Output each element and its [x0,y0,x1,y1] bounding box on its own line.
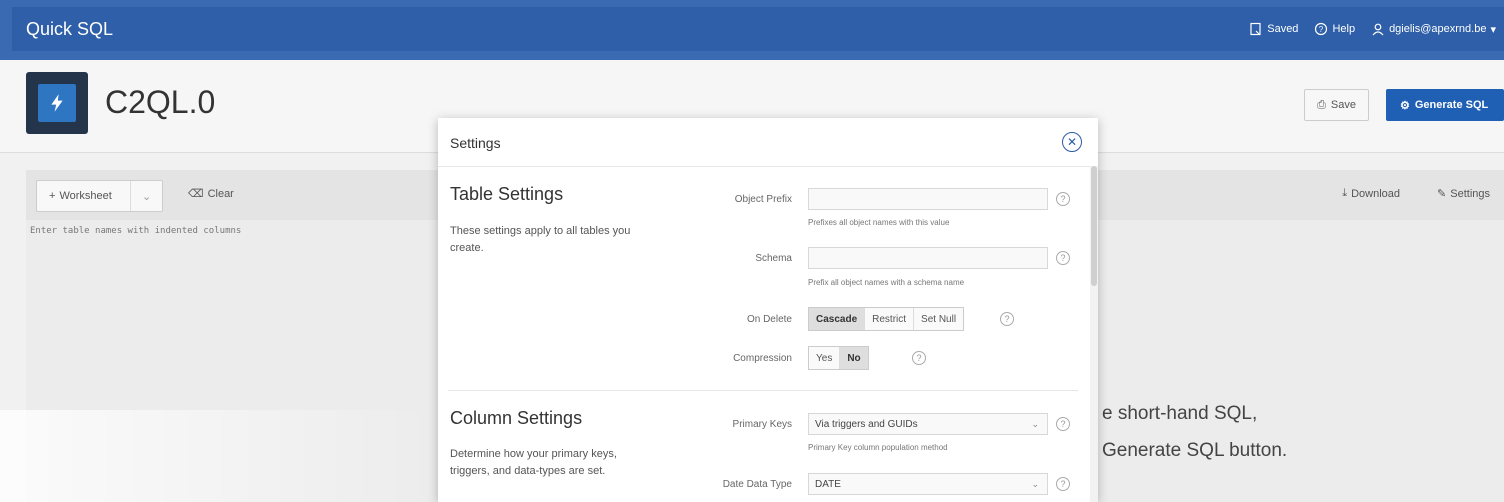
generate-sql-button[interactable]: ⚙ Generate SQL [1386,89,1504,121]
settings-button[interactable]: ✎ Settings [1437,187,1490,201]
object-prefix-note: Prefixes all object names with this valu… [808,218,950,227]
plus-icon: + [49,190,56,202]
save-icon: ⎙ [1317,98,1326,111]
compression-no[interactable]: No [840,347,868,369]
help-icon[interactable]: ? [1056,417,1070,431]
gear-icon: ⚙ [1400,99,1410,112]
object-prefix-input[interactable] [808,188,1048,210]
saved-link[interactable]: Saved [1249,22,1298,36]
download-label: Download [1351,187,1400,200]
help-icon: ? [1315,22,1328,36]
help-label: Help [1332,23,1356,35]
output-hint-line1: e short-hand SQL, [1102,403,1258,424]
on-delete-set-null[interactable]: Set Null [914,308,964,330]
settings-dialog: Settings ✕ Table Settings These settings… [438,118,1098,502]
clear-label: Clear [207,187,234,200]
dialog-header: Settings ✕ [438,118,1098,167]
schema-input[interactable] [808,247,1048,269]
settings-label: Settings [1450,187,1490,200]
schema-note: Prefix all object names with a schema na… [808,278,965,287]
on-delete-toggle[interactable]: Cascade Restrict Set Null [808,307,965,331]
user-icon [1372,23,1384,36]
chevron-down-icon[interactable]: ⌄ [130,181,162,211]
primary-keys-select[interactable]: Via triggers and GUIDs ⌄ [808,413,1048,435]
editor-toolbar: + Worksheet ⌄ ⌫ Clear [26,170,438,220]
user-label: dgielis@apexrnd.be [1389,23,1487,35]
editor-placeholder[interactable]: Enter table names with indented columns [30,226,241,236]
column-settings-title: Column Settings [450,408,583,428]
output-toolbar: ⤓ Download ✎ Settings [1098,170,1504,220]
on-delete-label: On Delete [746,314,792,325]
download-icon: ⤓ [1342,187,1348,199]
table-settings-desc: These settings apply to all tables you c… [450,225,631,254]
primary-keys-label: Primary Keys [732,419,792,430]
worksheet-menu[interactable]: + Worksheet ⌄ [36,180,163,212]
section-divider [448,390,1078,391]
compression-label: Compression [733,353,792,364]
help-icon[interactable]: ? [912,351,926,365]
download-button[interactable]: ⤓ Download [1342,187,1400,200]
chevron-down-icon: ⌄ [1031,419,1039,429]
on-delete-cascade[interactable]: Cascade [809,308,866,330]
dialog-title: Settings [450,135,501,151]
page-title: C2QL.0 [105,84,216,120]
user-menu[interactable]: dgielis@apexrnd.be ▾ [1371,22,1496,36]
help-icon[interactable]: ? [1000,312,1014,326]
save-button[interactable]: ⎙ Save [1304,89,1369,121]
compression-yes[interactable]: Yes [809,347,841,369]
help-icon[interactable]: ? [1056,477,1070,491]
help-link[interactable]: ? Help [1314,22,1355,36]
worksheet-button[interactable]: + Worksheet [37,190,130,202]
primary-keys-value: Via triggers and GUIDs [815,418,918,430]
compression-toggle[interactable]: Yes No [808,346,869,370]
table-settings-title: Table Settings [450,184,564,204]
app-icon [26,72,88,134]
fade-overlay [0,410,438,502]
close-icon[interactable]: ✕ [1062,132,1082,152]
saved-label: Saved [1267,23,1299,35]
app-title[interactable]: Quick SQL [26,19,113,40]
eraser-icon: ⌫ [188,188,204,200]
save-label: Save [1330,99,1356,111]
wrench-icon: ✎ [1437,188,1447,200]
help-icon[interactable]: ? [1056,192,1070,206]
help-icon[interactable]: ? [1056,251,1070,265]
on-delete-restrict[interactable]: Restrict [865,308,915,330]
dialog-scrollbar[interactable] [1090,166,1098,502]
date-type-value: DATE [815,478,841,490]
generate-label: Generate SQL [1414,99,1489,111]
clear-button[interactable]: ⌫ Clear [188,187,234,201]
scroll-thumb[interactable] [1091,166,1097,286]
column-settings-desc: Determine how your primary keys, trigger… [450,448,617,477]
primary-keys-note: Primary Key column population method [808,443,948,452]
brand-bar: Quick SQL Saved ? Help dgielis@apexrnd.b… [12,7,1504,51]
top-nav: Saved ? Help dgielis@apexrnd.be ▾ [1249,22,1496,36]
date-type-label: Date Data Type [722,479,792,490]
top-bar: Quick SQL Saved ? Help dgielis@apexrnd.b… [0,0,1504,60]
chevron-down-icon: ⌄ [1031,479,1039,489]
worksheet-label: Worksheet [59,190,112,202]
lightning-icon [38,84,76,122]
date-type-select[interactable]: DATE ⌄ [808,473,1048,495]
output-hint-line2: Generate SQL button. [1102,440,1288,461]
schema-label: Schema [755,253,792,264]
svg-text:?: ? [1319,25,1324,34]
saved-icon [1250,22,1261,36]
object-prefix-label: Object Prefix [734,194,792,205]
caret-down-icon: ▾ [1490,23,1496,36]
